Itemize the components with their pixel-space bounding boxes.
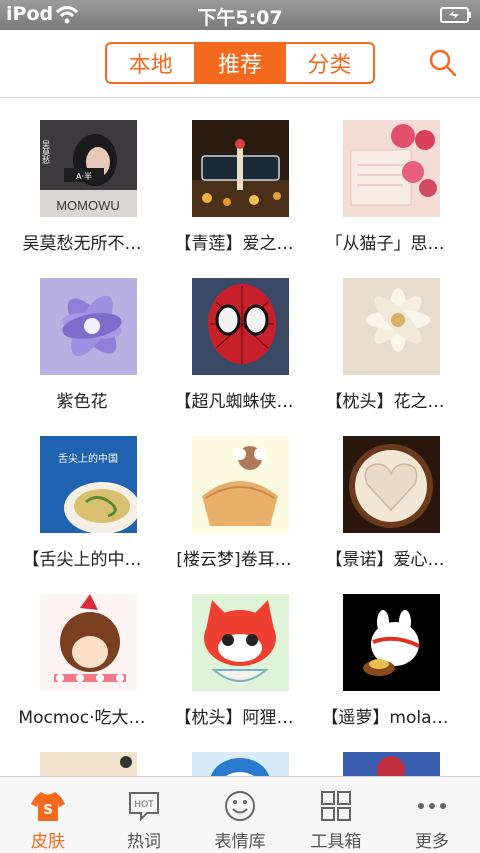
skin-card[interactable]: 舌尖上的中国 【舌尖上的中… — [0, 414, 160, 572]
tab-label: 热词 — [127, 832, 161, 852]
smiley-icon — [225, 791, 255, 821]
skin-thumbnail — [192, 120, 289, 217]
skin-card[interactable]: 【青莲】爱之… — [152, 98, 312, 256]
skin-thumbnail — [192, 436, 289, 533]
status-time: 下午5:07 — [197, 7, 283, 29]
skin-card[interactable]: Mocmoc·吃大… — [0, 572, 160, 730]
tab-local[interactable]: 本地 — [107, 44, 194, 82]
tab-hot-words[interactable]: HOT 热词 — [96, 777, 192, 853]
skin-card[interactable]: 【景诺】爱心… — [303, 414, 463, 572]
skin-card[interactable]: A·半 MOMOWU 吴莫愁 吴莫愁无所不… — [0, 98, 160, 256]
skin-title: 【舌尖上的中… — [22, 550, 142, 570]
more-dots-icon — [418, 803, 446, 809]
skin-thumbnail — [343, 120, 440, 217]
thumb-logo-text: MOMOWU — [56, 198, 120, 213]
skin-thumbnail — [40, 278, 137, 375]
tab-label: 皮肤 — [31, 832, 65, 852]
skin-title: Mocmoc·吃大… — [18, 708, 146, 728]
skin-title: 【遥萝】mola… — [321, 708, 449, 728]
thumb-vertical-text: 吴莫愁 — [42, 140, 51, 164]
skin-card[interactable] — [152, 730, 312, 776]
tab-emoji-library[interactable]: 表情库 — [192, 777, 288, 853]
skin-title: 【青莲】爱之… — [174, 234, 294, 254]
svg-text:S: S — [43, 803, 52, 818]
svg-text:HOT: HOT — [134, 800, 154, 810]
tab-toolbox[interactable]: 工具箱 — [288, 777, 384, 853]
tab-categories[interactable]: 分类 — [283, 44, 373, 82]
skin-thumbnail — [40, 594, 137, 691]
skin-title: 紫色花 — [56, 392, 108, 412]
tshirt-icon: S — [31, 792, 65, 821]
skin-card[interactable]: 紫色花 — [0, 256, 160, 414]
skin-card[interactable] — [0, 730, 160, 776]
skin-card[interactable] — [303, 730, 463, 776]
search-icon[interactable] — [428, 48, 458, 78]
skin-thumbnail — [40, 752, 137, 776]
skin-card[interactable]: 「从猫子」思… — [303, 98, 463, 256]
tab-more[interactable]: 更多 — [384, 777, 480, 853]
skin-title: [楼云梦]卷耳… — [176, 550, 292, 570]
skin-thumbnail: 舌尖上的中国 — [40, 436, 137, 533]
thumb-title-text: 舌尖上的中国 — [58, 452, 118, 465]
status-bar: iPod 下午5:07 — [0, 0, 480, 30]
skin-card[interactable]: 【超凡蜘蛛侠… — [152, 256, 312, 414]
tab-label: 表情库 — [214, 832, 266, 852]
battery-icon — [440, 7, 471, 23]
skin-title: 「从猫子」思… — [325, 234, 445, 254]
skin-grid: A·半 MOMOWU 吴莫愁 吴莫愁无所不… 【青莲】爱之… 「从猫子」思… 紫… — [0, 98, 480, 776]
skin-title: 【枕头】阿狸… — [174, 708, 294, 728]
skin-card[interactable]: [楼云梦]卷耳… — [152, 414, 312, 572]
skin-thumbnail — [192, 752, 289, 776]
skin-thumbnail: A·半 MOMOWU 吴莫愁 — [40, 120, 137, 217]
skin-card[interactable]: 【遥萝】mola… — [303, 572, 463, 730]
skin-title: 吴莫愁无所不… — [22, 234, 142, 254]
tab-label: 更多 — [415, 832, 449, 852]
skin-title: 【超凡蜘蛛侠… — [174, 392, 294, 412]
skin-thumbnail — [192, 278, 289, 375]
thumb-badge-text: A·半 — [76, 171, 92, 181]
skin-thumbnail — [192, 594, 289, 691]
skin-card[interactable]: 【枕头】阿狸… — [152, 572, 312, 730]
tab-skins[interactable]: S 皮肤 — [0, 777, 96, 853]
skin-card[interactable]: 【枕头】花之… — [303, 256, 463, 414]
skin-thumbnail — [343, 594, 440, 691]
skin-title: 【枕头】花之… — [325, 392, 445, 412]
top-navigation: 本地 推荐 分类 — [0, 30, 480, 98]
skin-thumbnail — [343, 278, 440, 375]
skin-thumbnail — [343, 752, 440, 776]
hot-bubble-icon: HOT — [129, 792, 159, 822]
skin-title: 【景诺】爱心… — [325, 550, 445, 570]
bottom-tab-bar: S 皮肤 HOT 热词 表情库 工具箱 更多 — [0, 776, 480, 853]
tab-label: 工具箱 — [310, 832, 362, 852]
tab-recommended[interactable]: 推荐 — [194, 44, 284, 82]
skin-thumbnail — [343, 436, 440, 533]
segmented-control: 本地 推荐 分类 — [105, 42, 375, 84]
grid-icon — [321, 791, 351, 821]
